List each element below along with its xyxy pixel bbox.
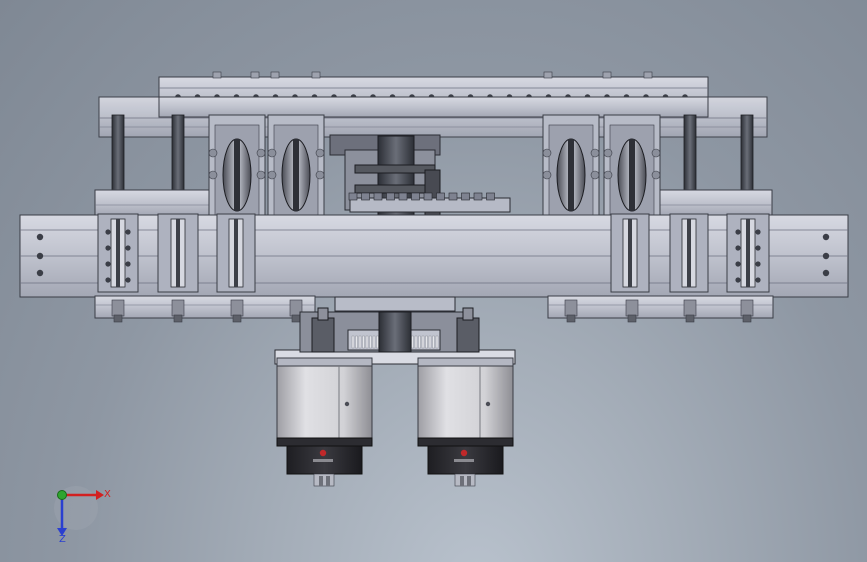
bolt-head: [386, 192, 395, 201]
bolt-head: [602, 71, 612, 79]
bolt-head: [212, 71, 222, 79]
carriage-block: [669, 213, 709, 293]
status-led: [460, 449, 468, 457]
carriage-block: [216, 213, 256, 293]
bolt-head: [448, 192, 458, 201]
upper-frame: [98, 96, 768, 138]
status-led: [319, 449, 327, 457]
carriage-block: [157, 213, 199, 293]
bolt-head: [411, 192, 420, 201]
bolt-head: [423, 192, 433, 201]
bolt-head: [348, 192, 358, 201]
carriage-block: [97, 213, 139, 293]
bolt-head: [373, 192, 383, 201]
servo-motor: [417, 357, 514, 487]
bolt-head: [361, 192, 370, 201]
axis-triad[interactable]: X Z: [54, 486, 111, 545]
drive-motors: [276, 357, 514, 487]
x-axis-label: X: [104, 489, 111, 500]
bolt-head: [436, 192, 445, 201]
pulley: [603, 114, 661, 216]
bolt-head: [543, 71, 553, 79]
main-beam: [19, 214, 849, 298]
bolt-head: [311, 71, 321, 79]
z-axis-label: Z: [59, 534, 66, 545]
pulley: [267, 114, 325, 216]
bolt-head: [250, 71, 260, 79]
bolt-head: [461, 192, 470, 201]
center-gearbox: [329, 134, 511, 217]
servo-motor: [276, 357, 373, 487]
cad-viewport[interactable]: X Z: [0, 0, 867, 562]
bolt-head: [398, 192, 408, 201]
carriage-block: [726, 213, 770, 293]
bolt-head: [270, 71, 280, 79]
y-axis-dot: [57, 490, 67, 500]
bolt-head: [473, 192, 483, 201]
carriage-block: [610, 213, 650, 293]
pulley: [542, 114, 600, 216]
bolt-head: [486, 192, 495, 201]
pulley: [208, 114, 266, 216]
bolt-head: [643, 71, 653, 79]
